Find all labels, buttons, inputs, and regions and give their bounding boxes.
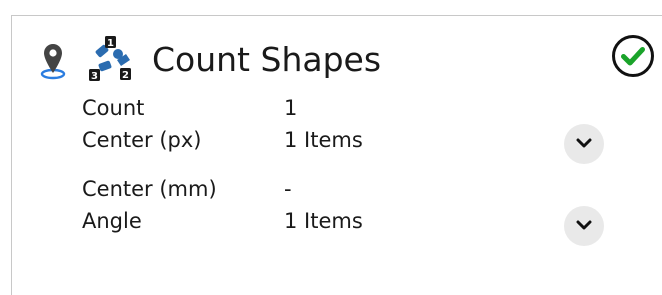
row-value: 1 Items: [284, 209, 363, 233]
result-row-count: Count 1: [82, 93, 642, 123]
row-value: -: [284, 177, 292, 201]
row-label: Count: [82, 96, 145, 120]
panel-title: Count Shapes: [152, 40, 382, 79]
row-label: Center (mm): [82, 177, 217, 201]
badge-1-label: 1: [107, 38, 114, 49]
count-shapes-panel: 1 2 3 Count Shapes Count 1 Center (px) 1…: [11, 15, 662, 295]
expand-angle-button[interactable]: [564, 206, 604, 246]
chevron-down-icon: [576, 220, 592, 230]
badge-2-label: 2: [122, 70, 129, 81]
map-pin-icon[interactable]: [38, 40, 68, 80]
result-row-center-mm: Center (mm) -: [82, 174, 642, 204]
checkmark-circle-icon: [611, 34, 655, 78]
row-value: 1: [284, 96, 298, 120]
chevron-down-icon: [576, 138, 592, 148]
result-row-center-px: Center (px) 1 Items: [82, 125, 642, 155]
expand-center-px-button[interactable]: [564, 124, 604, 164]
row-label: Angle: [82, 209, 142, 233]
result-row-angle: Angle 1 Items: [82, 206, 642, 236]
row-value: 1 Items: [284, 128, 363, 152]
badge-3-label: 3: [91, 71, 98, 82]
row-label: Center (px): [82, 128, 202, 152]
count-shapes-icon: 1 2 3: [87, 36, 135, 82]
